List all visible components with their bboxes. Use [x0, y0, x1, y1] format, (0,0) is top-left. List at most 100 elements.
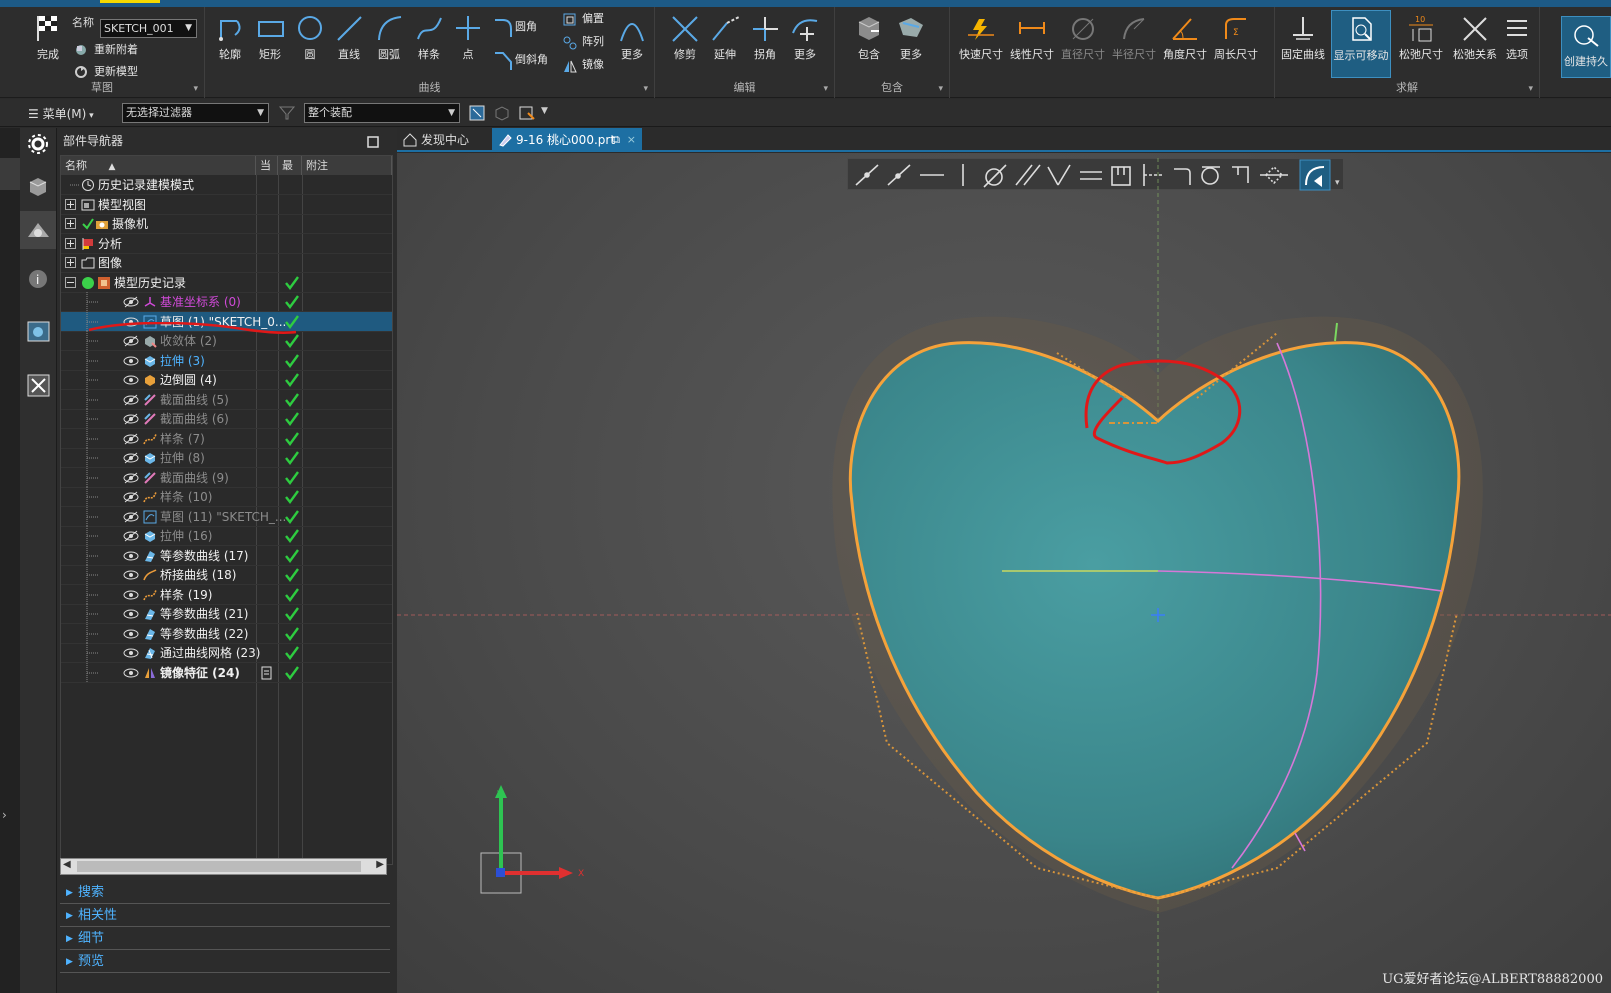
column-header-latest[interactable]: 最 — [278, 156, 302, 175]
type-filter-select[interactable]: 无选择过滤器 ▼ — [122, 103, 269, 123]
horizontal-scrollbar[interactable]: ◀ ▶ — [60, 858, 387, 875]
eye-icon[interactable] — [123, 374, 139, 386]
offset-button[interactable]: 偏置 — [560, 9, 604, 29]
close-icon[interactable]: × — [627, 128, 636, 152]
group-expand-icon[interactable]: ▾ — [1528, 84, 1533, 94]
tool-extend[interactable]: 延伸 — [703, 13, 747, 75]
eye-icon[interactable] — [123, 667, 139, 679]
scroll-right-icon[interactable]: ▶ — [376, 859, 384, 870]
expand-icon[interactable] — [65, 237, 76, 249]
group-expand-icon[interactable]: ▾ — [643, 84, 648, 94]
tree-row[interactable]: 镜像特征 (24) — [61, 662, 392, 683]
column-header-current[interactable]: 当 — [256, 156, 278, 175]
graphics-window[interactable]: ▾ Y X UG爱好者论坛@ALBERT88882000 — [397, 153, 1611, 993]
tree-row[interactable]: 拉伸 (3) — [61, 350, 392, 371]
tool-circle[interactable]: 圆 — [288, 13, 332, 75]
heart-surface[interactable] — [848, 341, 1461, 900]
gear-icon[interactable] — [25, 131, 52, 158]
eye-icon[interactable] — [123, 550, 139, 562]
tool-relax-relation[interactable]: 松弛关系 — [1449, 13, 1501, 75]
tree-row[interactable]: 边倒圆 (4) — [61, 370, 392, 390]
include-more-button[interactable]: 更多 — [889, 13, 933, 75]
collapse-icon[interactable] — [65, 276, 76, 288]
eye-icon[interactable] — [123, 589, 139, 601]
tree-row[interactable]: 截面曲线 (5) — [61, 389, 392, 410]
tree-row[interactable]: 历史记录建模模式 — [61, 175, 392, 195]
snap-point-icon[interactable] — [518, 104, 536, 122]
mirror-button[interactable]: 镜像 — [560, 55, 604, 75]
eye-hidden-icon[interactable] — [123, 296, 139, 308]
tree-row[interactable]: 基准坐标系 (0) — [61, 292, 392, 312]
tool-arc[interactable]: 圆弧 — [367, 13, 411, 75]
eye-hidden-icon[interactable] — [123, 413, 139, 425]
tools-icon[interactable] — [25, 372, 52, 399]
sketch-name-select[interactable]: SKETCH_001 ▼ — [100, 19, 197, 38]
tool-show-movable[interactable]: 显示可移动 — [1331, 10, 1391, 78]
scope-select[interactable]: 整个装配 ▼ — [304, 103, 460, 123]
tool-corner[interactable]: 拐角 — [743, 13, 787, 75]
eye-icon[interactable] — [123, 647, 139, 659]
edit-more-button[interactable]: 更多 — [783, 13, 827, 75]
expand-icon[interactable] — [65, 218, 76, 229]
chamfer-button[interactable]: 倒斜角 — [493, 50, 548, 70]
eye-hidden-icon[interactable] — [123, 491, 139, 503]
eye-hidden-icon[interactable] — [123, 472, 139, 484]
tool-relax-dimension[interactable]: 10 松弛尺寸 — [1395, 13, 1447, 75]
tool-profile[interactable]: 轮廓 — [208, 13, 252, 75]
tree-row[interactable]: 拉伸 (16) — [61, 526, 392, 546]
tool-perimeter-dimension[interactable]: Σ 周长尺寸 — [1212, 13, 1260, 75]
tab-part-file[interactable]: 9-16 桃心000.prt ⧉ × — [492, 128, 642, 152]
tool-radius-dimension[interactable]: 半径尺寸 — [1110, 13, 1158, 75]
tree-row[interactable]: 分析 — [61, 234, 392, 254]
tree-row[interactable]: 拉伸 (8) — [61, 448, 392, 468]
eye-hidden-icon[interactable] — [123, 394, 139, 406]
section-preview[interactable]: ▶ 预览 — [60, 951, 390, 973]
tree-row[interactable]: 样条 (19) — [61, 584, 392, 605]
curve-more-button[interactable]: 更多 — [610, 13, 654, 75]
column-header-name[interactable]: 名称 ▲ — [61, 156, 256, 175]
tree-row[interactable]: 桥接曲线 (18) — [61, 565, 392, 585]
tree-row[interactable]: 等参数曲线 (17) — [61, 545, 392, 566]
tool-diameter-dimension[interactable]: 直径尺寸 — [1059, 13, 1107, 75]
reattach-button[interactable]: 重新附着 — [72, 40, 138, 60]
section-dependencies[interactable]: ▶ 相关性 — [60, 905, 390, 927]
create-persistent-button[interactable]: 创建持久 — [1561, 16, 1611, 78]
chevron-down-icon[interactable]: ▼ — [541, 106, 548, 116]
filter-funnel-icon[interactable] — [278, 105, 296, 121]
tree-row[interactable]: 等参数曲线 (21) — [61, 604, 392, 624]
select-feature-icon[interactable] — [468, 104, 486, 122]
menu-button[interactable]: ☰ 菜单(M) ▾ — [28, 105, 94, 122]
tree-row[interactable]: 模型视图 — [61, 195, 392, 215]
scrollbar-thumb[interactable] — [77, 861, 361, 872]
tree-row[interactable]: 摄像机 — [61, 214, 392, 234]
tree-row[interactable]: 样条 (10) — [61, 487, 392, 507]
tree-row[interactable]: 模型历史记录 — [61, 273, 392, 293]
eye-hidden-icon[interactable] — [123, 433, 139, 445]
finish-sketch-button[interactable]: 完成 — [26, 13, 70, 75]
eye-icon[interactable] — [123, 628, 139, 640]
tree-row[interactable]: 等参数曲线 (22) — [61, 623, 392, 644]
column-header-notes[interactable]: 附注 — [302, 156, 392, 175]
fillet-button[interactable]: 圆角 — [493, 17, 537, 37]
tool-rectangle[interactable]: 矩形 — [248, 13, 292, 75]
scroll-left-icon[interactable]: ◀ — [63, 859, 71, 870]
tool-trim[interactable]: 修剪 — [663, 13, 707, 75]
assembly-navigator-icon[interactable] — [25, 173, 52, 200]
tree-row[interactable]: 图像 — [61, 253, 392, 273]
info-icon[interactable]: i — [25, 266, 52, 293]
tool-rapid-dimension[interactable]: 快速尺寸 — [957, 13, 1005, 75]
model-canvas[interactable]: Y X — [397, 153, 1611, 993]
tab-discovery-center[interactable]: 发现中心 — [397, 128, 489, 152]
eye-hidden-icon[interactable] — [123, 452, 139, 464]
tool-spline[interactable]: 样条 — [407, 13, 451, 75]
web-browser-icon[interactable] — [25, 318, 52, 345]
eye-hidden-icon[interactable] — [123, 530, 139, 542]
eye-hidden-icon[interactable] — [123, 511, 139, 523]
part-navigator-tab[interactable] — [20, 211, 56, 249]
maximize-icon[interactable] — [367, 136, 379, 148]
tool-fix-curve[interactable]: 固定曲线 — [1277, 13, 1329, 75]
tree-row[interactable]: 通过曲线网格 (23) — [61, 643, 392, 663]
tool-options[interactable]: 选项 — [1497, 13, 1537, 75]
tree-row[interactable]: 草图 (11) "SKETCH_... — [61, 506, 392, 527]
tree-row[interactable]: 截面曲线 (9) — [61, 467, 392, 488]
